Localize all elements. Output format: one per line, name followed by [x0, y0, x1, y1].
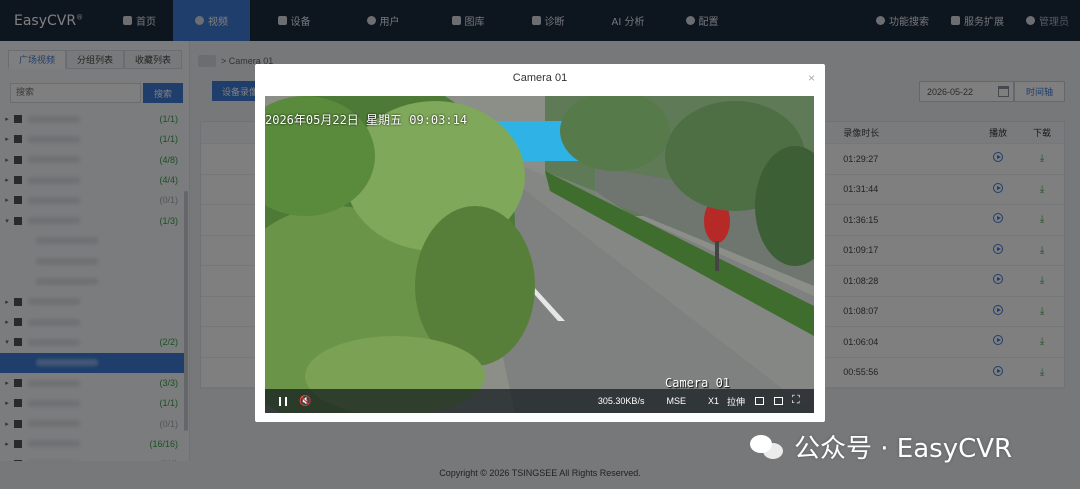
stretch-button[interactable]: 拉伸 — [727, 395, 745, 408]
video-modal: Camera 01 × 2026年05月22日 星期五 09:03:14 Cam… — [255, 64, 825, 422]
close-icon[interactable]: × — [808, 71, 815, 85]
speed-button[interactable]: X1 — [708, 396, 719, 406]
watermark: 公众号 · EasyCVR — [750, 428, 1012, 465]
mute-icon[interactable]: 🔇 — [299, 396, 311, 407]
watermark-text: 公众号 · EasyCVR — [794, 434, 1013, 464]
camera-scene — [265, 96, 814, 413]
osd-timestamp: 2026年05月22日 星期五 09:03:14 — [265, 113, 468, 127]
fullscreen-icon[interactable] — [792, 394, 802, 407]
wechat-icon — [750, 433, 784, 461]
bitrate: 305.30KB/s — [597, 396, 645, 406]
modal-title: Camera 01 — [512, 72, 568, 84]
video-player[interactable]: 2026年05月22日 星期五 09:03:14 Camera 01 🔇 305… — [265, 96, 814, 413]
osd-camera-name: Camera 01 — [665, 376, 731, 390]
snapshot-icon[interactable] — [755, 397, 764, 405]
decode-mode[interactable]: MSE — [666, 396, 686, 406]
pause-icon[interactable] — [279, 396, 287, 406]
record-icon[interactable] — [774, 397, 783, 405]
player-controls: 🔇 305.30KB/s MSE X1 拉伸 — [265, 389, 814, 413]
